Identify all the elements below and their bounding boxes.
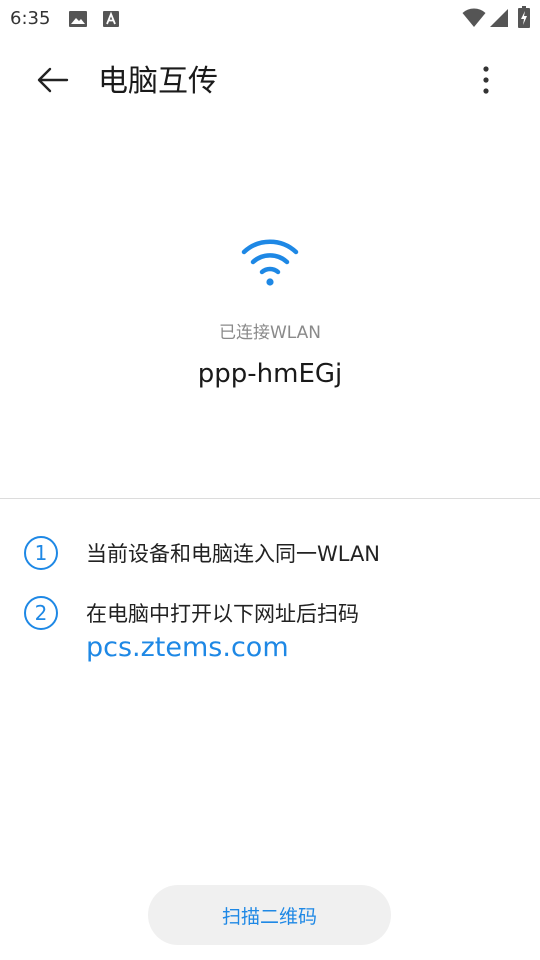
wlan-status-panel: 已连接WLAN ppp-hmEGj <box>0 236 540 389</box>
more-vert-icon <box>482 66 490 98</box>
step-number-2: 2 <box>24 596 58 630</box>
step-1-text: 当前设备和电脑连入同一WLAN <box>86 542 381 566</box>
wifi-icon <box>240 236 300 288</box>
wlan-status-text: 已连接WLAN <box>218 323 322 343</box>
divider <box>0 498 540 499</box>
battery-charging-icon <box>518 6 530 32</box>
status-time: 6:35 <box>10 8 51 29</box>
back-button[interactable] <box>30 62 76 102</box>
scan-qr-button[interactable]: 扫描二维码 <box>148 885 391 945</box>
step-2-text: 在电脑中打开以下网址后扫码 <box>86 602 359 626</box>
text-a-icon <box>102 10 120 32</box>
cell-signal-icon <box>489 8 509 32</box>
wlan-ssid: ppp-hmEGj <box>197 359 343 389</box>
status-bar: 6:35 <box>0 0 540 36</box>
page-title: 电脑互传 <box>98 64 218 99</box>
more-options-button[interactable] <box>466 62 506 102</box>
wifi-icon <box>462 8 486 32</box>
app-bar: 电脑互传 <box>0 48 540 116</box>
pc-url-link[interactable]: pcs.ztems.com <box>86 632 289 663</box>
arrow-back-icon <box>37 67 69 97</box>
step-number-1: 1 <box>24 536 58 570</box>
image-icon <box>68 10 88 32</box>
